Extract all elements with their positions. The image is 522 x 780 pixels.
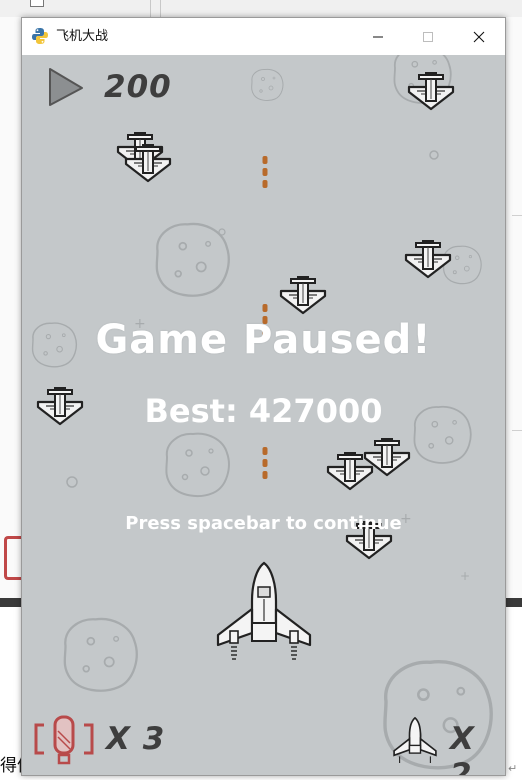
close-button[interactable] [454,18,504,55]
maximize-button[interactable] [403,18,453,55]
background-toolbar [0,0,522,18]
window-title: 飞机大战 [56,29,109,44]
asteroid [165,432,230,498]
minimize-button[interactable] [353,18,403,55]
play-icon[interactable] [49,68,83,106]
player-plane [216,561,312,660]
enemy-plane [404,239,452,279]
close-icon [473,31,485,42]
game-window: 飞机大战 + + + 200 X 3 X 2 Game Paused! Best… [21,17,506,776]
star-sparkle: + [460,569,470,583]
bullet [262,447,268,479]
background-divider [160,0,161,17]
bullet [262,156,268,188]
best-score: Best: 427000 [144,392,383,430]
asteroid [251,68,284,102]
minimize-icon [373,36,383,37]
background-divider [512,215,522,216]
background-panel-right [506,17,522,607]
asteroid-small [218,228,226,236]
maximize-icon [423,31,433,42]
enemy-plane [279,275,327,315]
life-count: X 2 [450,721,475,775]
score-display: 200 [104,69,172,105]
game-canvas[interactable]: + + + 200 X 3 X 2 Game Paused! Best: 427… [22,55,505,775]
background-panel-left [0,17,21,607]
background-divider [150,0,151,17]
asteroid [443,245,482,285]
bomb-count: X 3 [106,721,166,757]
background-checkbox [30,0,44,7]
title-bar[interactable]: 飞机大战 [22,18,505,55]
paused-title: Game Paused! [95,317,432,363]
enemy-plane [407,71,455,111]
python-app-icon [32,28,48,44]
continue-hint: Press spacebar to continue [125,513,402,534]
background-return-arrow: ↵ [508,762,518,775]
background-bracket-icon [4,536,21,580]
asteroid-small [66,476,78,488]
bomb-icon[interactable] [34,715,94,765]
background-divider [512,430,522,431]
asteroid [63,617,138,692]
asteroid-small [429,150,439,160]
asteroid [155,222,230,297]
